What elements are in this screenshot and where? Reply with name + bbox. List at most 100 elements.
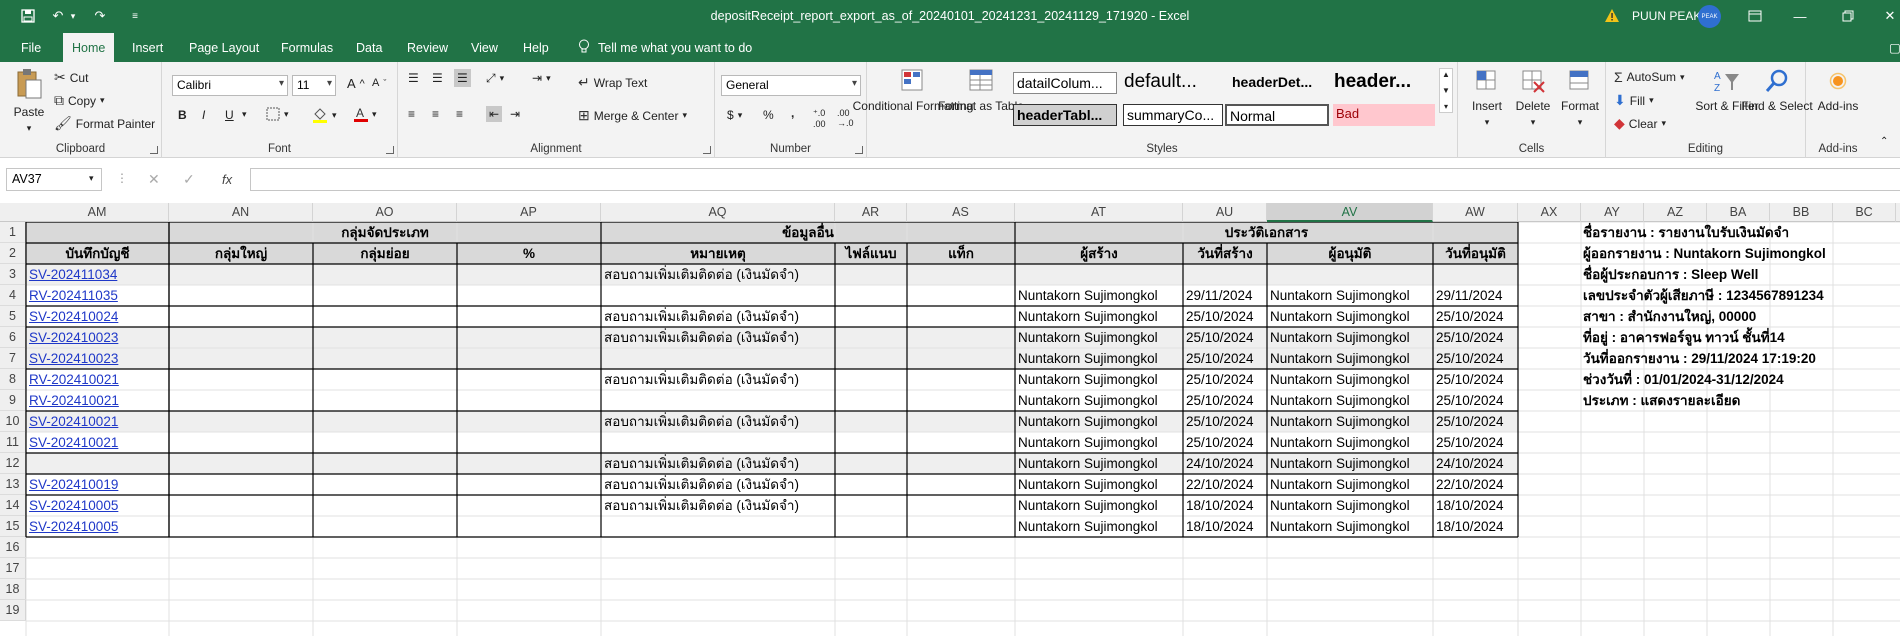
increase-decimal-icon[interactable]: ⁺.0.00	[813, 108, 826, 129]
column-header-av[interactable]: AV	[1267, 203, 1433, 222]
note-cell[interactable]: สอบถามเพิ่มเติมติดต่อ (เงินมัดจำ)	[601, 474, 835, 495]
doc-link[interactable]: RV-202410021	[26, 369, 169, 390]
created-date-cell[interactable]: 25/10/2024	[1183, 432, 1267, 453]
decrease-decimal-icon[interactable]: .00 →.0	[837, 108, 854, 128]
creator-cell[interactable]: Nuntakorn Sujimongkol	[1015, 285, 1183, 306]
align-left-icon[interactable]: ≡	[408, 107, 415, 121]
column-header-am[interactable]: AM	[26, 203, 169, 222]
underline-dropdown-icon[interactable]: ▾	[242, 109, 247, 120]
italic-button[interactable]: I	[202, 108, 205, 122]
tell-me-search[interactable]: Tell me what you want to do	[578, 33, 752, 62]
font-color-icon[interactable]: A ▾	[354, 106, 377, 123]
font-size-dropdown[interactable]: 11	[292, 75, 336, 96]
close-icon[interactable]: ✕	[1880, 6, 1900, 26]
borders-icon[interactable]: ▾	[266, 107, 289, 121]
more-options-icon[interactable]: ⋮	[116, 171, 128, 185]
name-box[interactable]: AV37	[6, 168, 102, 191]
increase-indent-icon[interactable]: ⇥	[510, 107, 520, 121]
approver-cell[interactable]: Nuntakorn Sujimongkol	[1267, 327, 1433, 348]
report-info-line[interactable]: ผู้ออกรายงาน : Nuntakorn Sujimongkol	[1583, 243, 1826, 264]
style-headertable[interactable]: headerTabl...	[1013, 104, 1117, 126]
approved-date-cell[interactable]: 25/10/2024	[1433, 432, 1518, 453]
note-cell[interactable]: สอบถามเพิ่มเติมติดต่อ (เงินมัดจำ)	[601, 411, 835, 432]
paste-button[interactable]: Paste ▾	[8, 68, 50, 135]
collapse-ribbon-icon[interactable]: ⌃	[1880, 136, 1888, 147]
group-header-history[interactable]: ประวัติเอกสาร	[1015, 222, 1518, 243]
column-header-as[interactable]: AS	[907, 203, 1015, 222]
column-title[interactable]: บันทึกบัญชี	[26, 243, 169, 264]
doc-link[interactable]: SV-202410024	[26, 306, 169, 327]
created-date-cell[interactable]: 29/11/2024	[1183, 285, 1267, 306]
restore-icon[interactable]	[1838, 6, 1858, 26]
cut-button[interactable]: ✂ Cut	[54, 69, 88, 86]
note-cell[interactable]	[601, 390, 835, 411]
column-title[interactable]: หมายเหตุ	[601, 243, 835, 264]
note-cell[interactable]: สอบถามเพิ่มเติมติดต่อ (เงินมัดจำ)	[601, 306, 835, 327]
approved-date-cell[interactable]: 18/10/2024	[1433, 495, 1518, 516]
name-box-dropdown-icon[interactable]: ▾	[89, 173, 94, 184]
creator-cell[interactable]: Nuntakorn Sujimongkol	[1015, 369, 1183, 390]
approver-cell[interactable]: Nuntakorn Sujimongkol	[1267, 306, 1433, 327]
bottom-align-icon[interactable]: ☰	[454, 69, 471, 87]
creator-cell[interactable]: Nuntakorn Sujimongkol	[1015, 306, 1183, 327]
bold-button[interactable]: B	[178, 108, 187, 122]
report-info-line[interactable]: ช่วงวันที่ : 01/01/2024-31/12/2024	[1583, 369, 1784, 390]
creator-cell[interactable]: Nuntakorn Sujimongkol	[1015, 432, 1183, 453]
clear-button[interactable]: ◆ Clear ▾	[1614, 115, 1666, 132]
warning-icon[interactable]	[1604, 8, 1620, 28]
created-date-cell[interactable]: 25/10/2024	[1183, 348, 1267, 369]
creator-cell[interactable]: Nuntakorn Sujimongkol	[1015, 474, 1183, 495]
approved-date-cell[interactable]: 25/10/2024	[1433, 348, 1518, 369]
tab-formulas[interactable]: Formulas	[272, 33, 342, 62]
column-title[interactable]: ไฟล์แนบ	[835, 243, 907, 264]
decrease-font-icon[interactable]: Aˇ	[372, 77, 386, 89]
insert-function-icon[interactable]: fx	[222, 172, 232, 187]
note-cell[interactable]: สอบถามเพิ่มเติมติดต่อ (เงินมัดจำ)	[601, 327, 835, 348]
approved-date-cell[interactable]: 25/10/2024	[1433, 390, 1518, 411]
alignment-launcher-icon[interactable]	[703, 146, 711, 154]
wrap-text-button[interactable]: ↵ Wrap Text	[578, 74, 647, 91]
fill-button[interactable]: ⬇ Fill ▾	[1614, 92, 1654, 109]
report-info-line[interactable]: สาขา : สำนักงานใหญ่, 00000	[1583, 306, 1756, 327]
decrease-indent-icon[interactable]: ⇤	[486, 106, 503, 122]
note-cell[interactable]	[601, 432, 835, 453]
creator-cell[interactable]: Nuntakorn Sujimongkol	[1015, 495, 1183, 516]
creator-cell[interactable]: Nuntakorn Sujimongkol	[1015, 411, 1183, 432]
creator-cell[interactable]: Nuntakorn Sujimongkol	[1015, 390, 1183, 411]
tab-help[interactable]: Help	[514, 33, 558, 62]
fill-color-icon[interactable]: ▾	[312, 107, 337, 123]
doc-link[interactable]: SV-202410021	[26, 432, 169, 453]
cancel-icon[interactable]: ✕	[148, 171, 160, 188]
font-launcher-icon[interactable]	[386, 146, 394, 154]
approved-date-cell[interactable]: 25/10/2024	[1433, 369, 1518, 390]
percent-button[interactable]: %	[763, 108, 774, 122]
doc-link[interactable]: SV-202410019	[26, 474, 169, 495]
report-info-line[interactable]: ชื่อรายงาน : รายงานใบรับเงินมัดจำ	[1583, 222, 1789, 243]
approver-cell[interactable]: Nuntakorn Sujimongkol	[1267, 432, 1433, 453]
number-format-dropdown[interactable]: General	[721, 75, 861, 96]
find-select-button[interactable]: Find & Select	[1741, 68, 1813, 113]
doc-link[interactable]: SV-202410021	[26, 411, 169, 432]
user-name[interactable]: PUUN PEAK	[1632, 9, 1701, 23]
tab-review[interactable]: Review	[398, 33, 457, 62]
tab-view[interactable]: View	[462, 33, 507, 62]
approver-cell[interactable]: Nuntakorn Sujimongkol	[1267, 369, 1433, 390]
column-header-ar[interactable]: AR	[835, 203, 907, 222]
column-header-ba[interactable]: BA	[1707, 203, 1770, 222]
ribbon-collapse-icon[interactable]: ▢	[1880, 33, 1900, 62]
style-summaryco[interactable]: summaryCo...	[1123, 104, 1223, 126]
note-cell[interactable]	[601, 285, 835, 306]
addins-button[interactable]: Add-ins	[1812, 68, 1864, 113]
created-date-cell[interactable]: 18/10/2024	[1183, 516, 1267, 537]
currency-button[interactable]: $ ▾	[727, 108, 742, 122]
approved-date-cell[interactable]: 25/10/2024	[1433, 411, 1518, 432]
style-headerdet[interactable]: headerDet...	[1229, 72, 1333, 94]
report-info-line[interactable]: ชื่อผู้ประกอบการ : Sleep Well	[1583, 264, 1758, 285]
approved-date-cell[interactable]: 22/10/2024	[1433, 474, 1518, 495]
middle-align-icon[interactable]: ☰	[432, 71, 443, 85]
doc-link[interactable]: SV-202410023	[26, 348, 169, 369]
style-header[interactable]: header...	[1331, 71, 1435, 95]
column-header-az[interactable]: AZ	[1644, 203, 1707, 222]
doc-link[interactable]: SV-202410005	[26, 495, 169, 516]
column-header-bc[interactable]: BC	[1833, 203, 1896, 222]
